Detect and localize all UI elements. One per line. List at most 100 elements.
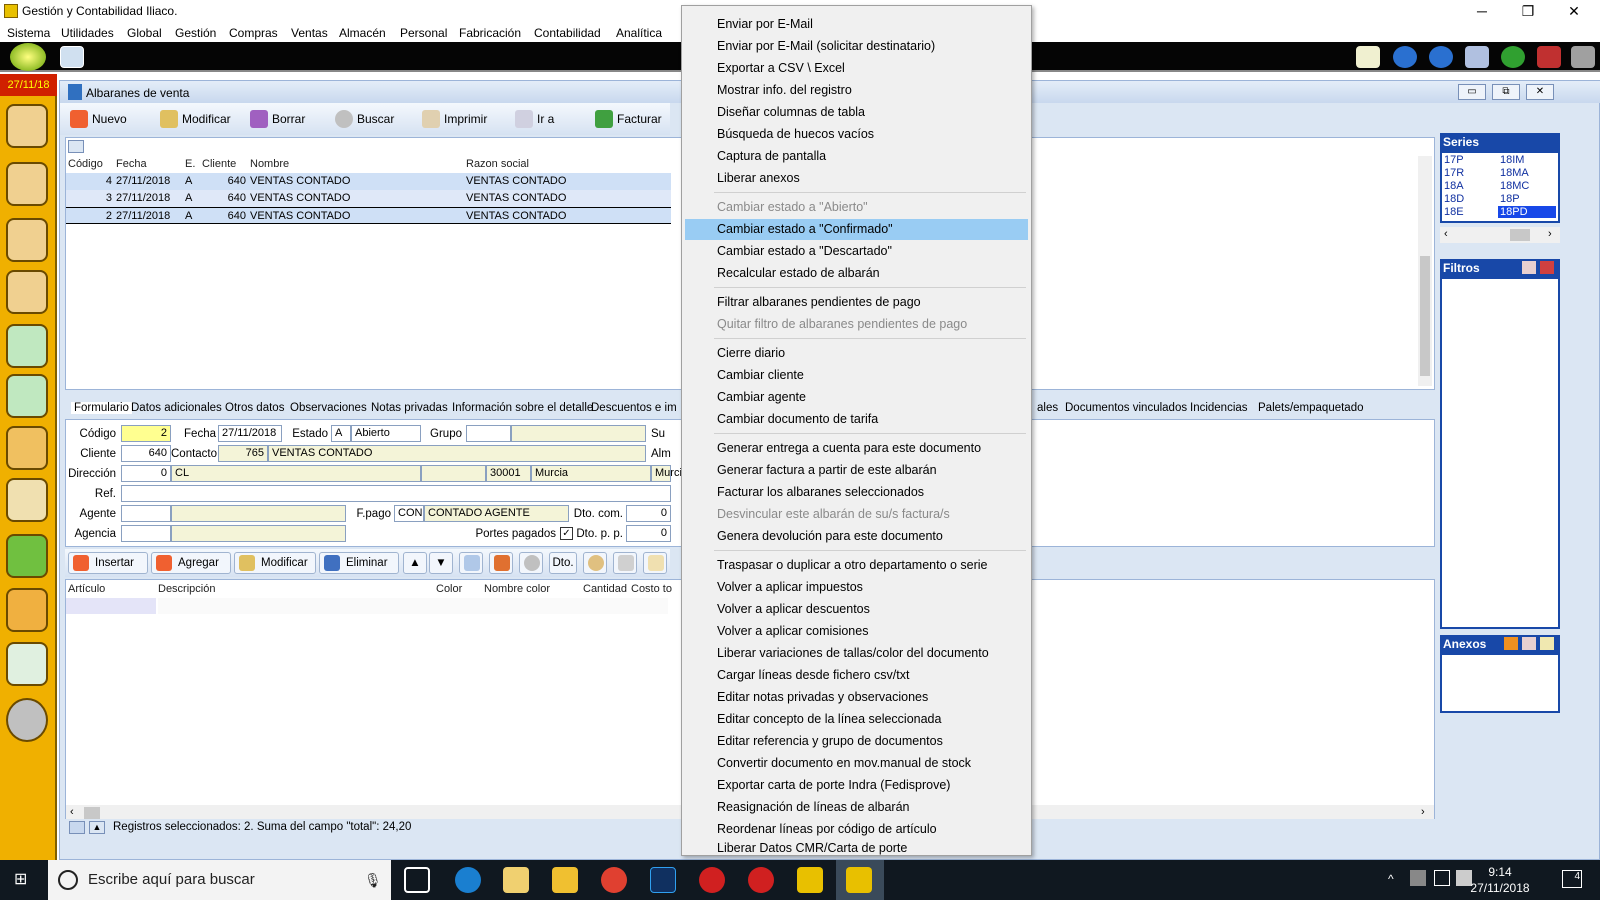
anexo-open-icon[interactable] (1540, 637, 1554, 650)
menu-item-reasignacion-lineas[interactable]: Reasignación de líneas de albarán (685, 797, 1028, 818)
menu-item-facturar-seleccionados[interactable]: Facturar los albaranes seleccionados (685, 482, 1028, 503)
estado-code-field[interactable]: A (331, 425, 351, 442)
menu-contabilidad[interactable]: Contabilidad (534, 26, 601, 40)
agencia-field[interactable] (171, 525, 346, 542)
dtopp-field[interactable]: 0 (626, 525, 671, 542)
dx-icon[interactable] (748, 867, 774, 893)
cp-field[interactable]: 30001 (486, 465, 531, 482)
status-grid-icon[interactable] (69, 821, 85, 834)
status-expand-icon[interactable]: ▲ (89, 821, 105, 834)
insertar-button[interactable]: Insertar (68, 552, 148, 574)
col-articulo[interactable]: Artículo (68, 583, 105, 595)
edge-icon[interactable] (455, 867, 481, 893)
windows-start-icon[interactable]: ⊞ (14, 872, 32, 888)
series-item[interactable]: 17R (1444, 167, 1464, 179)
mdi-minimize-button[interactable]: ▭ (1458, 84, 1486, 100)
menu-ventas[interactable]: Ventas (291, 26, 328, 40)
menu-item-disenar-columnas[interactable]: Diseñar columnas de tabla (685, 102, 1028, 123)
direccion-field[interactable]: CL (171, 465, 421, 482)
series-item[interactable]: 18MA (1500, 167, 1529, 179)
calculator-button[interactable] (489, 552, 513, 574)
menu-item-liberar-anexos[interactable]: Liberar anexos (685, 168, 1028, 189)
menu-item-liberar-cmr[interactable]: Liberar Datos CMR/Carta de porte (685, 841, 1028, 855)
menu-item-estado-confirmado[interactable]: Cambiar estado a "Confirmado" (685, 219, 1028, 240)
mail-app-icon[interactable] (503, 867, 529, 893)
tab-palets[interactable]: Palets/empaquetado (1258, 402, 1364, 414)
taskbar-clock[interactable]: 9:14 27/11/2018 (1470, 864, 1530, 896)
menu-item-cambiar-tarifa[interactable]: Cambiar documento de tarifa (685, 409, 1028, 430)
col-nombre-color[interactable]: Nombre color (484, 583, 550, 595)
menu-utilidades[interactable]: Utilidades (61, 26, 114, 40)
grid-vertical-scrollbar[interactable] (1418, 156, 1432, 386)
table-row[interactable]: 2 27/11/2018 A 640 VENTAS CONTADO VENTAS… (66, 207, 671, 224)
tab-datos-adicionales[interactable]: Datos adicionales (131, 402, 222, 414)
menu-item-exportar-csv[interactable]: Exportar a CSV \ Excel (685, 58, 1028, 79)
menu-gestion[interactable]: Gestión (175, 26, 216, 40)
menu-item-cierre-diario[interactable]: Cierre diario (685, 343, 1028, 364)
series-item-selected[interactable]: 18PD (1498, 206, 1556, 218)
menu-item-aplicar-comisiones[interactable]: Volver a aplicar comisiones (685, 621, 1028, 642)
menu-item-estado-descartado[interactable]: Cambiar estado a "Descartado" (685, 241, 1028, 262)
paste-button[interactable] (643, 552, 667, 574)
microphone-icon[interactable]: 🎙 (364, 860, 382, 900)
menu-item-editar-concepto[interactable]: Editar concepto de la línea seleccionada (685, 709, 1028, 730)
fpago-field[interactable]: CONTADO AGENTE (424, 505, 569, 522)
scroll-left-icon[interactable]: ‹ (1444, 228, 1448, 240)
estado-field[interactable]: Abierto (351, 425, 421, 442)
col-estado[interactable]: E. (185, 158, 195, 170)
menu-compras[interactable]: Compras (229, 26, 278, 40)
help-icon[interactable] (1501, 46, 1525, 68)
imprimir-button[interactable]: Imprimir (422, 110, 487, 128)
forward-arrow-icon[interactable] (1429, 46, 1453, 68)
series-horizontal-scrollbar[interactable]: ‹ › (1440, 227, 1560, 243)
letter-f-icon[interactable] (6, 374, 48, 418)
menu-item-enviar-email[interactable]: Enviar por E-Mail (685, 14, 1028, 35)
col-cliente[interactable]: Cliente (202, 158, 236, 170)
menu-item-editar-referencia[interactable]: Editar referencia y grupo de documentos (685, 731, 1028, 752)
facturar-button[interactable]: Facturar (595, 110, 662, 128)
close-window-icon[interactable] (1537, 46, 1561, 68)
menu-analitica[interactable]: Analítica (616, 26, 662, 40)
menu-item-traspasar[interactable]: Traspasar o duplicar a otro departamento… (685, 555, 1028, 576)
tab-descuentos[interactable]: Descuentos e im (591, 402, 677, 414)
filter-close-icon[interactable] (1540, 261, 1554, 274)
agente-code-field[interactable] (121, 505, 171, 522)
menu-item-aplicar-impuestos[interactable]: Volver a aplicar impuestos (685, 577, 1028, 598)
menu-item-aplicar-descuentos[interactable]: Volver a aplicar descuentos (685, 599, 1028, 620)
line-row[interactable] (158, 598, 668, 614)
menu-item-filtrar-pendientes[interactable]: Filtrar albaranes pendientes de pago (685, 292, 1028, 313)
tab-notas-privadas[interactable]: Notas privadas (371, 402, 448, 414)
settings-button[interactable] (519, 552, 543, 574)
modificar-button[interactable]: Modificar (160, 110, 231, 128)
menu-item-captura-pantalla[interactable]: Captura de pantalla (685, 146, 1028, 167)
menu-item-cambiar-cliente[interactable]: Cambiar cliente (685, 365, 1028, 386)
series-item[interactable]: 18IM (1500, 154, 1524, 166)
series-item[interactable]: 18P (1500, 193, 1520, 205)
line-row-articulo[interactable] (66, 598, 156, 614)
tab-documentos-vinculados[interactable]: Documentos vinculados (1065, 402, 1187, 414)
chrome-icon[interactable] (601, 867, 627, 893)
users-group-icon[interactable] (6, 104, 48, 148)
tools-button[interactable] (613, 552, 637, 574)
document-button[interactable] (459, 552, 483, 574)
direccion-extra-field[interactable] (421, 465, 486, 482)
menu-item-exportar-carta-porte[interactable]: Exportar carta de porte Indra (Fedisprov… (685, 775, 1028, 796)
lines-scroll-thumb[interactable] (84, 807, 100, 819)
close-button[interactable]: ✕ (1554, 2, 1594, 20)
col-color[interactable]: Color (436, 583, 462, 595)
eliminar-button[interactable]: Eliminar (319, 552, 399, 574)
cliente-field[interactable]: 640 (121, 445, 171, 462)
scroll-right-icon[interactable]: › (1548, 228, 1552, 240)
letter-a-icon[interactable] (6, 324, 48, 368)
disc-wand-icon[interactable] (6, 698, 48, 742)
col-descripcion[interactable]: Descripción (158, 583, 215, 595)
taskbar-search[interactable]: Escribe aquí para buscar 🎙 (48, 860, 391, 900)
col-cantidad[interactable]: Cantidad (583, 583, 627, 595)
series-item[interactable]: 18MC (1500, 180, 1529, 192)
move-down-button[interactable]: ▼ (429, 552, 453, 574)
col-razon-social[interactable]: Razon social (466, 158, 529, 170)
green-bag-icon[interactable] (6, 534, 48, 578)
menu-item-genera-devolucion[interactable]: Genera devolución para este documento (685, 526, 1028, 547)
restore-button[interactable]: ❐ (1508, 2, 1548, 20)
menu-item-recalcular-estado[interactable]: Recalcular estado de albarán (685, 263, 1028, 284)
